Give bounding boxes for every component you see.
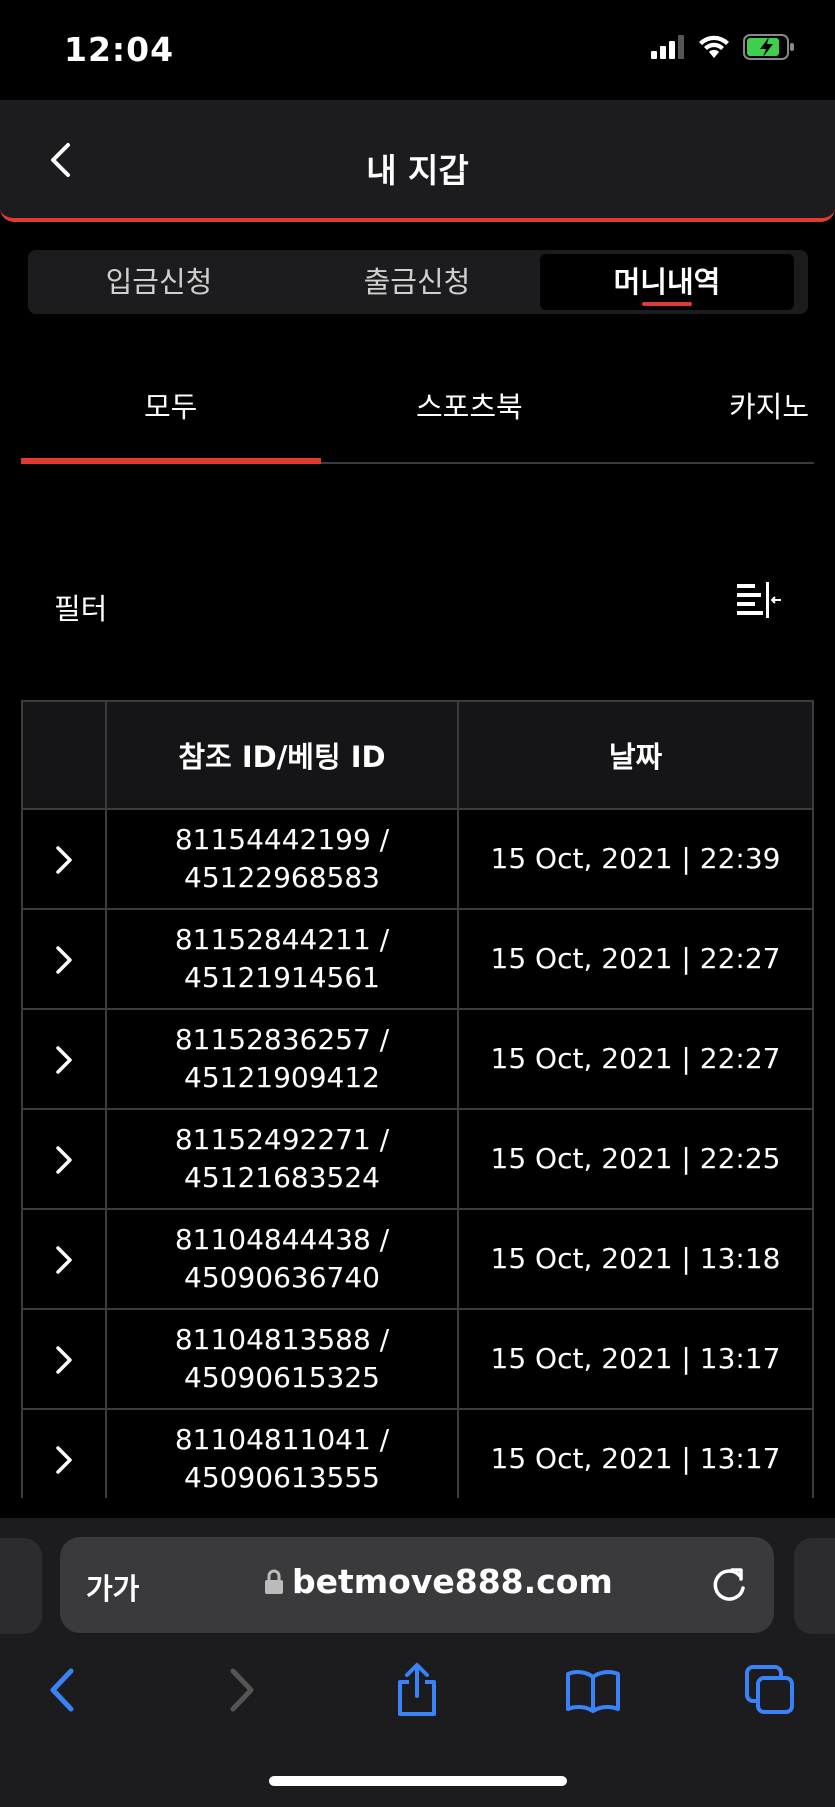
chevron-right-icon — [56, 946, 72, 974]
bet-id: 45090613555 — [184, 1461, 380, 1494]
reference-id: 81104813588 / — [174, 1323, 390, 1356]
battery-charging-icon — [743, 34, 794, 60]
chevron-right-icon — [56, 1146, 72, 1174]
table-row[interactable]: 81152492271 / 45121683524 15 Oct, 2021 | 2… — [21, 1108, 814, 1210]
filter-list-icon — [737, 582, 781, 618]
tab-casino[interactable]: 카지노 — [729, 384, 809, 426]
date-cell: 15 Oct, 2021 | 13:17 — [457, 1308, 814, 1410]
bet-id: 45121914561 — [184, 961, 380, 994]
reference-id: 81152836257 / — [174, 1023, 390, 1056]
reference-id: 81152844211 / — [174, 923, 390, 956]
tabs-button[interactable] — [740, 1660, 800, 1720]
segment-deposit[interactable]: 입금신청 — [32, 254, 286, 310]
chevron-left-icon — [50, 1668, 74, 1712]
expand-row-button[interactable] — [21, 1108, 107, 1210]
expand-row-button[interactable] — [21, 808, 107, 910]
table-row[interactable]: 81154442199 / 45122968583 15 Oct, 2021 | 2… — [21, 808, 814, 910]
segment-deposit-label: 입금신청 — [105, 265, 213, 299]
segment-money-history-label: 머니내역 — [613, 265, 721, 299]
table-row[interactable]: 81152836257 / 45121909412 15 Oct, 2021 | 2… — [21, 1008, 814, 1110]
book-icon — [566, 1670, 620, 1713]
ref-id-cell: 81104813588 / 45090615325 — [105, 1308, 459, 1410]
chevron-right-icon — [56, 1246, 72, 1274]
share-icon — [398, 1663, 436, 1716]
status-icons — [651, 34, 795, 60]
reference-id: 81104811041 / — [174, 1423, 390, 1456]
filter-label: 필터 — [54, 592, 108, 626]
bet-id: 45121909412 — [184, 1061, 380, 1094]
status-time: 12:04 — [64, 30, 175, 69]
page-title: 내 지갑 — [366, 151, 469, 190]
bet-id: 45121683524 — [184, 1161, 380, 1194]
expand-row-button[interactable] — [21, 1408, 107, 1498]
wifi-icon — [699, 35, 729, 58]
reload-icon — [713, 1568, 745, 1601]
expand-row-button[interactable] — [21, 1208, 107, 1310]
chevron-right-icon — [56, 1346, 72, 1374]
date-cell: 15 Oct, 2021 | 13:18 — [457, 1208, 814, 1310]
home-indicator — [269, 1776, 567, 1786]
ref-id-cell: 81104811041 / 45090613555 — [105, 1408, 459, 1498]
chevron-right-icon — [56, 846, 72, 874]
expand-row-button[interactable] — [21, 1008, 107, 1110]
segment-withdraw-label: 출금신청 — [363, 265, 471, 299]
bet-id: 45090615325 — [184, 1361, 380, 1394]
header-date: 날짜 — [457, 700, 814, 810]
browser-forward-button[interactable] — [212, 1660, 272, 1720]
reference-id: 81104844438 / — [174, 1223, 390, 1256]
table-header-row: 참조 ID/베팅 ID 날짜 — [21, 700, 814, 810]
table-row[interactable]: 81104811041 / 45090613555 15 Oct, 2021 | 1… — [21, 1408, 814, 1498]
category-tabs: 모두 스포츠북 카지노 — [21, 370, 814, 464]
table-row[interactable]: 81104813588 / 45090615325 15 Oct, 2021 | 1… — [21, 1308, 814, 1410]
bet-id: 45090636740 — [184, 1261, 380, 1294]
lock-icon — [265, 1569, 283, 1594]
next-tab-preview[interactable] — [794, 1538, 835, 1634]
table-row[interactable]: 81152844211 / 45121914561 15 Oct, 2021 | 2… — [21, 908, 814, 1010]
segment-money-history[interactable]: 머니내역 — [540, 254, 794, 310]
chevron-right-icon — [230, 1668, 254, 1712]
app-header: 내 지갑 — [0, 100, 835, 222]
date-cell: 15 Oct, 2021 | 22:39 — [457, 808, 814, 910]
history-table: 참조 ID/베팅 ID 날짜 81154442199 / 45122968583 1… — [21, 700, 814, 1498]
reference-id: 81154442199 / — [174, 823, 390, 856]
table-row[interactable]: 81104844438 / 45090636740 15 Oct, 2021 | 1… — [21, 1208, 814, 1310]
bookmarks-button[interactable] — [563, 1660, 623, 1720]
tab-all[interactable]: 모두 — [144, 384, 197, 426]
header-ref-id: 참조 ID/베팅 ID — [105, 700, 459, 810]
history-table-container[interactable]: 참조 ID/베팅 ID 날짜 81154442199 / 45122968583 1… — [21, 700, 814, 1498]
previous-tab-preview[interactable] — [0, 1538, 42, 1634]
chevron-right-icon — [56, 1046, 72, 1074]
url-display[interactable]: betmove888.com — [264, 1562, 613, 1601]
tabs-icon — [745, 1665, 794, 1714]
expand-row-button[interactable] — [21, 1308, 107, 1410]
ref-id-cell: 81104844438 / 45090636740 — [105, 1208, 459, 1310]
ref-id-cell: 81152492271 / 45121683524 — [105, 1108, 459, 1210]
tab-sportsbook[interactable]: 스포츠북 — [416, 384, 523, 426]
share-button[interactable] — [387, 1660, 447, 1720]
chevron-right-icon — [56, 1446, 72, 1474]
reload-button[interactable] — [706, 1562, 752, 1608]
ref-id-cell: 81154442199 / 45122968583 — [105, 808, 459, 910]
status-bar: 12:04 — [0, 0, 835, 100]
wallet-segmented-control: 입금신청 출금신청 머니내역 — [28, 250, 808, 314]
url-text: betmove888.com — [292, 1562, 613, 1601]
active-tab-indicator — [21, 458, 321, 464]
date-cell: 15 Oct, 2021 | 22:27 — [457, 1008, 814, 1110]
expand-row-button[interactable] — [21, 908, 107, 1010]
ref-id-cell: 81152844211 / 45121914561 — [105, 908, 459, 1010]
reader-options-button[interactable]: 가가 — [86, 1566, 139, 1608]
ref-id-cell: 81152836257 / 45121909412 — [105, 1008, 459, 1110]
date-cell: 15 Oct, 2021 | 22:27 — [457, 908, 814, 1010]
cellular-signal-icon — [651, 35, 684, 59]
browser-back-button[interactable] — [32, 1660, 92, 1720]
header-toggle-cell — [21, 700, 107, 810]
date-cell: 15 Oct, 2021 | 22:25 — [457, 1108, 814, 1210]
filter-button[interactable] — [735, 580, 783, 624]
active-segment-underline — [642, 302, 692, 306]
bet-id: 45122968583 — [184, 861, 380, 894]
segment-withdraw[interactable]: 출금신청 — [290, 254, 544, 310]
reference-id: 81152492271 / — [174, 1123, 390, 1156]
date-cell: 15 Oct, 2021 | 13:17 — [457, 1408, 814, 1498]
